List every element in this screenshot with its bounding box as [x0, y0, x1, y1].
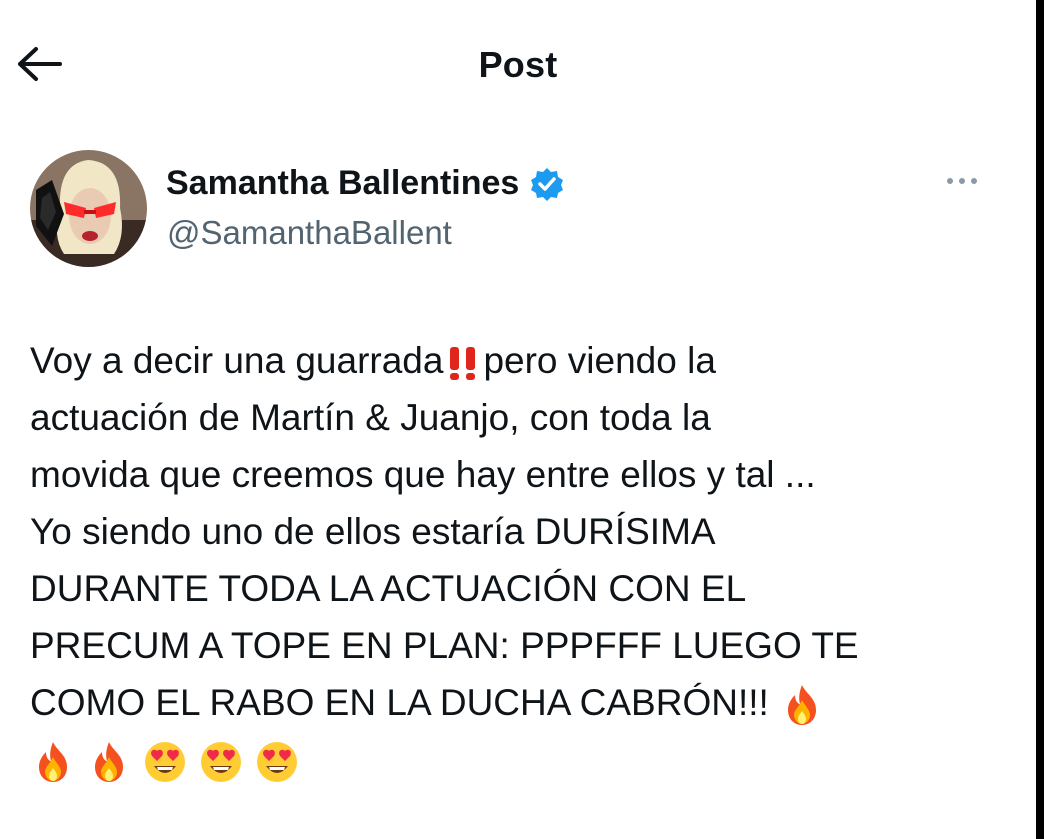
emoji-row [30, 731, 1020, 788]
heart-eyes-emoji [142, 739, 188, 785]
text-segment: COMO EL RABO EN LA DUCHA CABRÓN!!! [30, 682, 769, 723]
fire-emoji [86, 739, 132, 785]
verified-badge-icon [529, 166, 565, 202]
display-name-row: Samantha Ballentines [166, 164, 565, 203]
post-author: Samantha Ballentines @SamanthaBallent [30, 150, 1020, 270]
post-text: Voy a decir una guarrada pero viendo la … [30, 332, 1020, 788]
user-handle[interactable]: @SamanthaBallent [167, 214, 452, 252]
page-title: Post [478, 44, 558, 85]
more-horizontal-icon [944, 173, 980, 191]
post-text-line: movida que creemos que hay entre ellos y… [30, 454, 816, 495]
heart-eyes-emoji [254, 739, 300, 785]
fire-emoji [30, 739, 76, 785]
avatar[interactable] [30, 150, 147, 267]
fire-emoji [779, 682, 825, 728]
post-text-line: Yo siendo uno de ellos estaría DURÍSIMA [30, 511, 716, 552]
display-name[interactable]: Samantha Ballentines [166, 164, 519, 203]
post-text-line: COMO EL RABO EN LA DUCHA CABRÓN!!! [30, 674, 1020, 731]
post-text-line: DURANTE TODA LA ACTUACIÓN CON EL [30, 568, 747, 609]
text-segment: pero viendo la [483, 340, 716, 381]
double-exclamation-emoji [443, 343, 483, 383]
post-text-line: PRECUM A TOPE EN PLAN: PPPFFF LUEGO TE [30, 625, 859, 666]
text-segment: Voy a decir una guarrada [30, 340, 444, 381]
post-text-line: actuación de Martín & Juanjo, con toda l… [30, 397, 711, 438]
top-bar: Post [0, 0, 1036, 130]
more-options-button[interactable] [942, 170, 982, 194]
heart-eyes-emoji [198, 739, 244, 785]
post-text-line: Voy a decir una guarrada pero viendo la [30, 332, 1020, 389]
screen-edge [1036, 0, 1044, 839]
